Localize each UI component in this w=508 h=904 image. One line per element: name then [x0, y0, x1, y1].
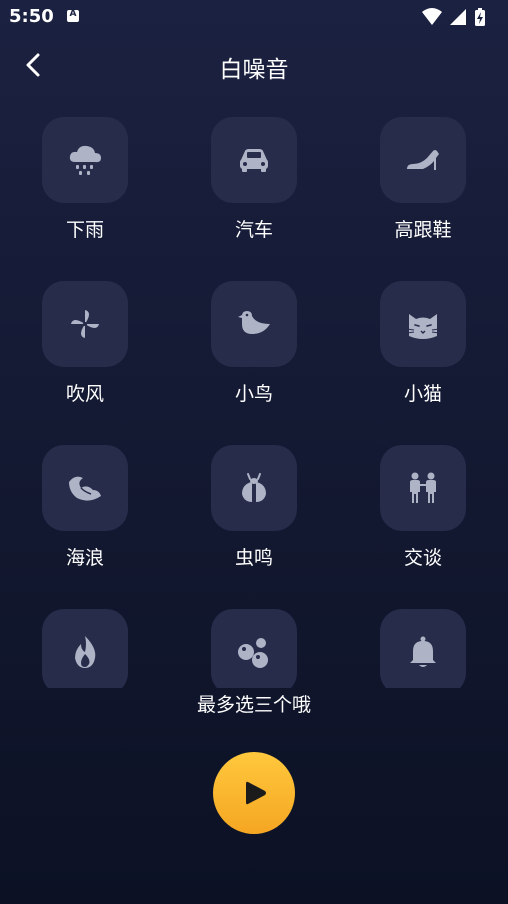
sound-button-waves[interactable] — [42, 445, 128, 531]
people-talking-icon — [410, 472, 436, 503]
selection-limit-hint: 最多选三个哦 — [196, 694, 311, 716]
sound-button-rain[interactable] — [42, 117, 128, 203]
signal-icon — [450, 9, 466, 25]
status-bar: 5:50 A — [0, 0, 508, 34]
sound-tile-wind: 吹风 — [20, 276, 150, 416]
notification-badge-text: A — [69, 9, 77, 19]
sound-label: 高跟鞋 — [394, 219, 452, 241]
sound-button-bubbles[interactable] — [211, 609, 297, 688]
sound-button-bell[interactable] — [380, 609, 466, 688]
status-time: 5:50 — [9, 6, 54, 27]
sound-button-bird[interactable] — [211, 281, 297, 367]
notification-a-icon: A — [67, 9, 79, 22]
sound-tile-waves: 海浪 — [20, 440, 150, 580]
sound-tile-bell — [358, 604, 488, 688]
sound-tile-bird: 小鸟 — [189, 276, 319, 416]
car-icon — [240, 149, 268, 172]
sound-label: 海浪 — [65, 547, 104, 569]
sound-tile-fire — [20, 604, 150, 688]
cicada-icon — [242, 473, 266, 502]
sound-label: 交谈 — [403, 547, 442, 569]
pinwheel-icon — [71, 310, 99, 338]
sound-tile-talking: 交谈 — [358, 440, 488, 580]
sound-button-talking[interactable] — [380, 445, 466, 531]
sound-tile-insects: 虫鸣 — [189, 440, 319, 580]
header: 白噪音 — [0, 40, 508, 90]
sound-button-fire[interactable] — [42, 609, 128, 688]
bell-icon — [410, 636, 436, 667]
wave-icon — [69, 476, 101, 501]
sound-button-cat[interactable] — [380, 281, 466, 367]
cat-icon — [406, 314, 440, 339]
wifi-icon — [422, 8, 442, 25]
rain-cloud-icon — [69, 145, 101, 175]
sound-button-high-heels[interactable] — [380, 117, 466, 203]
sound-tile-car: 汽车 — [189, 112, 319, 252]
play-button[interactable] — [213, 752, 295, 834]
sound-label: 小鸟 — [234, 383, 273, 405]
bubbles-icon — [238, 638, 268, 668]
sound-button-car[interactable] — [211, 117, 297, 203]
sound-button-insects[interactable] — [211, 445, 297, 531]
play-icon — [246, 781, 266, 805]
sound-grid[interactable]: 下雨 汽车 高跟鞋 吹风 小鸟 小猫 海浪 虫鸣 交谈 — [0, 112, 508, 688]
status-icons — [420, 7, 500, 27]
page-title: 白噪音 — [219, 57, 289, 83]
fire-icon — [75, 636, 96, 668]
sound-tile-high-heels: 高跟鞋 — [358, 112, 488, 252]
high-heel-icon — [407, 150, 439, 170]
sound-button-wind[interactable] — [42, 281, 128, 367]
battery-charging-icon — [475, 8, 485, 26]
sound-label: 虫鸣 — [234, 547, 273, 569]
sound-label: 下雨 — [65, 219, 104, 241]
bird-icon — [238, 311, 270, 334]
sound-label: 小猫 — [403, 383, 442, 405]
sound-label: 吹风 — [65, 383, 104, 405]
sound-tile-cat: 小猫 — [358, 276, 488, 416]
sound-tile-bubbles — [189, 604, 319, 688]
sound-label: 汽车 — [234, 219, 273, 241]
sound-tile-rain: 下雨 — [20, 112, 150, 252]
